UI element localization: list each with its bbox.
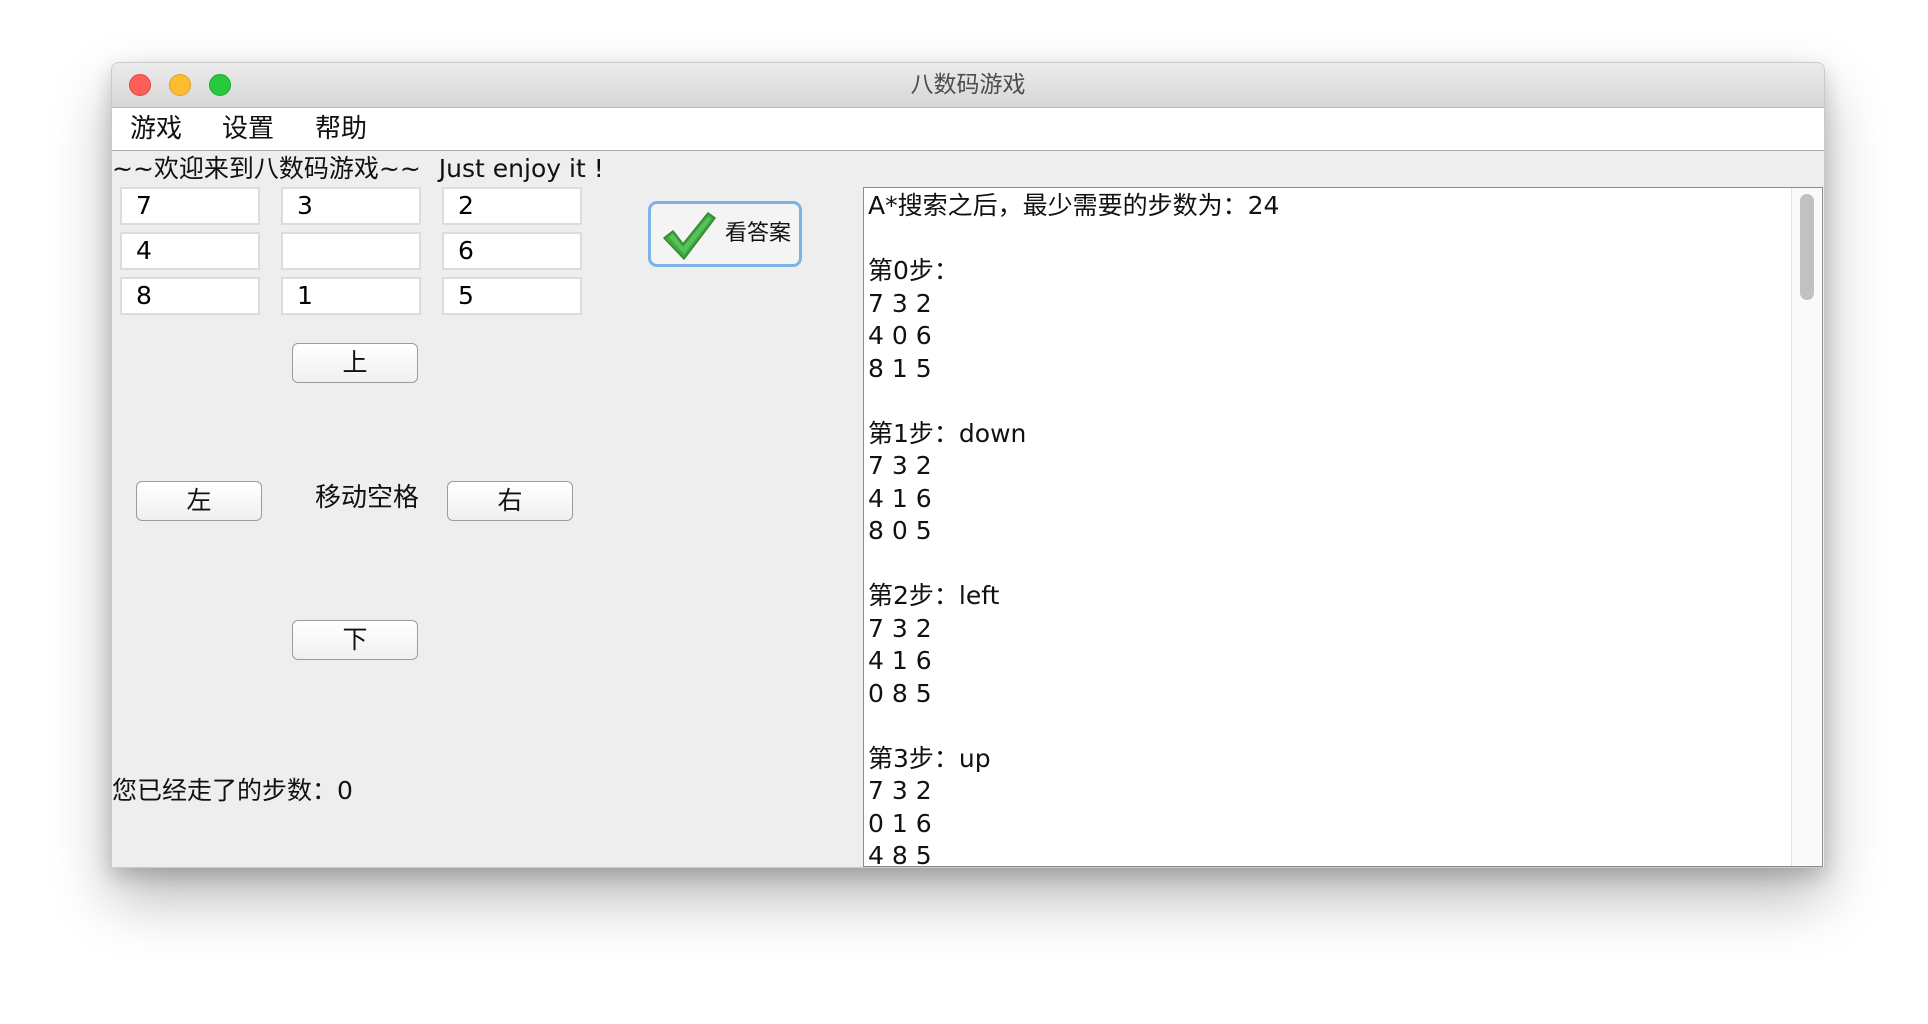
move-down-button[interactable]: 下 [292, 620, 418, 660]
tagline-text: Just enjoy it ! [438, 154, 604, 183]
show-answer-label: 看答案 [725, 221, 792, 246]
tile-cell[interactable]: 8 [120, 277, 260, 315]
welcome-banner: ~~欢迎来到八数码游戏~~ Just enjoy it ! [112, 151, 604, 187]
tile-cell[interactable]: 5 [442, 277, 582, 315]
scrollbar-thumb[interactable] [1800, 194, 1814, 300]
move-right-button[interactable]: 右 [447, 481, 573, 521]
vertical-scrollbar[interactable] [1791, 188, 1822, 866]
tile-cell[interactable]: 7 [120, 187, 260, 225]
steps-taken-counter: 您已经走了的步数：0 [112, 776, 353, 805]
tile-cell[interactable]: 1 [281, 277, 421, 315]
move-left-button[interactable]: 左 [136, 481, 262, 521]
window-title: 八数码游戏 [910, 72, 1026, 98]
move-up-button[interactable]: 上 [292, 343, 418, 383]
tile-cell[interactable]: 4 [120, 232, 260, 270]
solution-output-text: A*搜索之后，最少需要的步数为：24 第0步： 7 3 2 4 0 6 8 1 … [868, 191, 1280, 867]
menu-game[interactable]: 游戏 [130, 108, 182, 150]
menu-settings[interactable]: 设置 [222, 108, 274, 150]
menu-help[interactable]: 帮助 [315, 108, 367, 150]
show-answer-button[interactable]: 看答案 [648, 201, 802, 267]
move-blank-label: 移动空格 [314, 483, 419, 513]
checkmark-icon [663, 212, 716, 260]
tile-cell-blank[interactable] [281, 232, 421, 270]
title-bar: 八数码游戏 [112, 63, 1824, 108]
welcome-text: ~~欢迎来到八数码游戏~~ [112, 154, 421, 183]
menu-bar: 游戏 设置 帮助 [112, 108, 1824, 151]
tile-cell[interactable]: 6 [442, 232, 582, 270]
tile-cell[interactable]: 2 [442, 187, 582, 225]
tile-cell[interactable]: 3 [281, 187, 421, 225]
app-window: 八数码游戏 游戏 设置 帮助 ~~欢迎来到八数码游戏~~ Just enjoy i… [111, 62, 1825, 868]
solution-output-area[interactable]: A*搜索之后，最少需要的步数为：24 第0步： 7 3 2 4 0 6 8 1 … [863, 187, 1823, 867]
